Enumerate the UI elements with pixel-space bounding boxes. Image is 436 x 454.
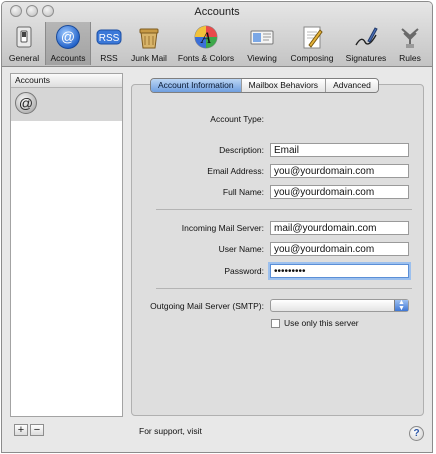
full-name-field[interactable]: you@yourdomain.com (270, 185, 409, 199)
rules-icon (401, 28, 419, 48)
remove-account-button[interactable]: − (30, 424, 44, 436)
account-type-label: Account Type: (210, 114, 264, 124)
composing-icon (303, 26, 323, 49)
full-name-label: Full Name: (222, 187, 264, 197)
toolbar-general[interactable]: General (4, 22, 44, 65)
account-at-icon: @ (15, 92, 37, 114)
svg-text:A: A (200, 30, 211, 47)
section-divider (156, 209, 412, 210)
toolbar-junk-mail-label: Junk Mail (131, 53, 167, 63)
viewing-icon (250, 30, 274, 45)
help-icon[interactable]: ? (409, 426, 424, 441)
toolbar-signatures-label: Signatures (345, 53, 387, 63)
junk-mail-icon (139, 28, 159, 49)
toolbar-rss[interactable]: RSS RSS (92, 22, 126, 65)
incoming-mail-server-label: Incoming Mail Server: (181, 223, 264, 233)
toolbar-fonts-colors-label: Fonts & Colors (177, 53, 235, 63)
toolbar-junk-mail[interactable]: Junk Mail (126, 22, 172, 65)
toolbar-rss-label: RSS (100, 53, 118, 63)
email-address-label: Email Address: (207, 166, 264, 176)
rss-icon: RSS (96, 29, 122, 45)
toolbar-composing[interactable]: Composing (285, 22, 339, 65)
tab-bar: Account Information Mailbox Behaviors Ad… (150, 78, 379, 93)
support-text: For support, visit (139, 426, 202, 436)
signatures-icon (355, 27, 378, 46)
add-account-button[interactable]: + (14, 424, 28, 436)
fonts-colors-icon: A (194, 25, 218, 49)
email-address-field[interactable]: you@yourdomain.com (270, 164, 409, 178)
switch-icon (16, 26, 32, 48)
sidebar-header: Accounts (11, 74, 122, 88)
toolbar-viewing[interactable]: Viewing (242, 22, 282, 65)
description-field[interactable]: Email (270, 143, 409, 157)
outgoing-mail-server-select[interactable]: ▲ ▼ (270, 299, 409, 312)
window-title: Accounts (194, 6, 240, 18)
outgoing-mail-server-label: Outgoing Mail Server (SMTP): (150, 301, 264, 311)
title-bar: Accounts General @ Accounts RSS RSS Junk… (2, 2, 432, 67)
toolbar-rules[interactable]: Rules (394, 22, 426, 65)
toolbar-fonts-colors[interactable]: A Fonts & Colors (174, 22, 238, 65)
incoming-mail-server-field[interactable]: mail@yourdomain.com (270, 221, 409, 235)
at-sign-icon: @ (56, 25, 80, 49)
toolbar-composing-label: Composing (290, 53, 334, 63)
user-name-label: User Name: (218, 244, 264, 254)
section-divider (156, 288, 412, 289)
toolbar-accounts[interactable]: @ Accounts (45, 22, 91, 65)
password-field[interactable]: ••••••••• (270, 264, 409, 278)
toolbar-rules-label: Rules (399, 53, 421, 63)
tab-advanced[interactable]: Advanced (326, 79, 378, 92)
svg-text:RSS: RSS (99, 33, 120, 44)
tab-account-information[interactable]: Account Information (151, 79, 242, 92)
chevron-up-down-icon: ▲ ▼ (394, 299, 408, 312)
toolbar: General @ Accounts RSS RSS Junk Mail A F… (2, 22, 432, 66)
use-only-this-server-label: Use only this server (284, 318, 359, 328)
account-list-item[interactable]: @ (11, 88, 122, 121)
toolbar-accounts-label: Accounts (50, 53, 86, 63)
accounts-sidebar: Accounts @ (10, 73, 123, 417)
user-name-field[interactable]: you@yourdomain.com (270, 242, 409, 256)
svg-text:@: @ (61, 29, 75, 45)
password-label: Password: (224, 266, 264, 276)
use-only-this-server-checkbox[interactable] (271, 319, 280, 328)
toolbar-viewing-label: Viewing (247, 53, 277, 63)
tab-mailbox-behaviors[interactable]: Mailbox Behaviors (241, 79, 327, 92)
description-label: Description: (219, 145, 264, 155)
toolbar-signatures[interactable]: Signatures (341, 22, 391, 65)
toolbar-general-label: General (8, 53, 40, 63)
